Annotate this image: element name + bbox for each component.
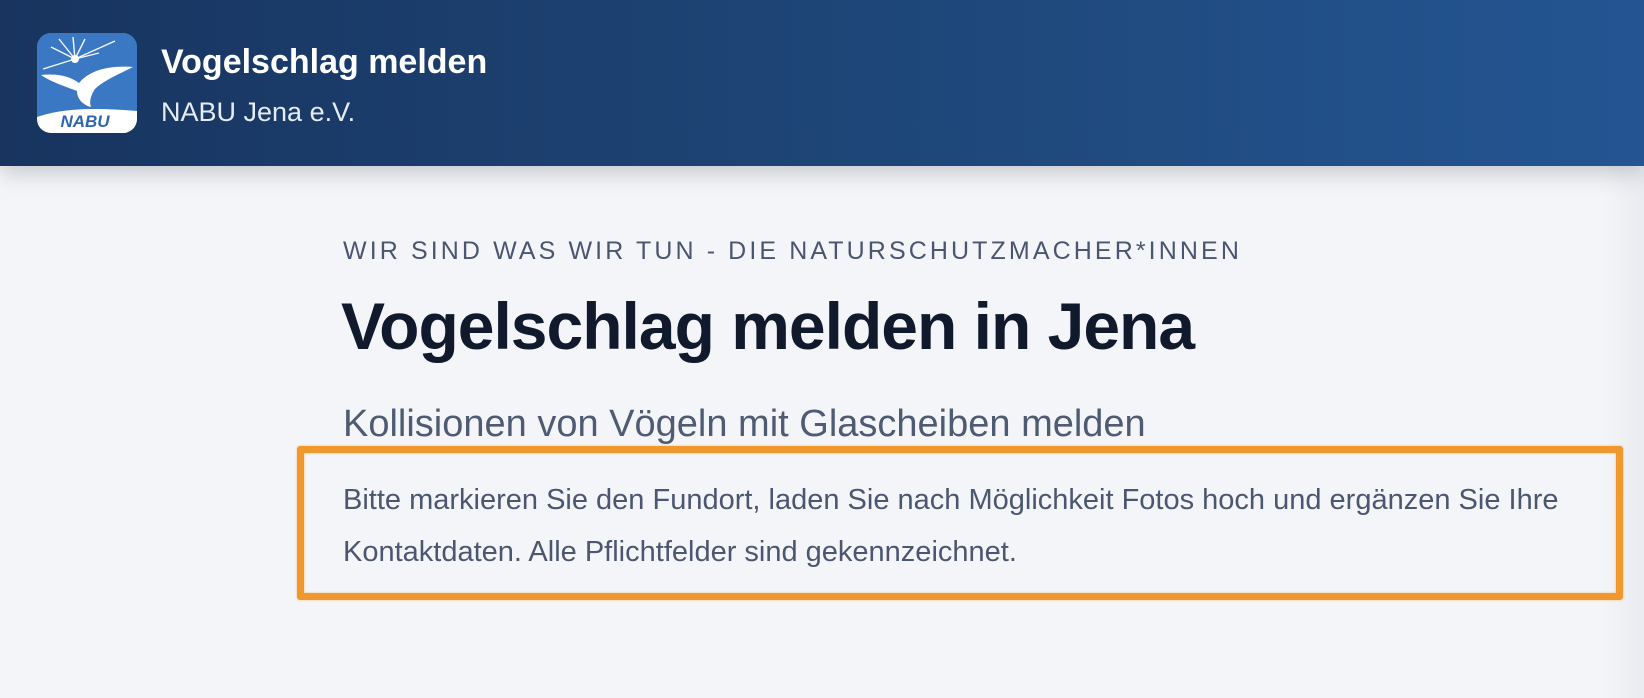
- app-title: Vogelschlag melden: [161, 43, 488, 81]
- scroll-edge-shadow: [1604, 166, 1644, 698]
- bird-collision-logo-icon: NABU: [37, 33, 137, 133]
- nabu-logo-icon[interactable]: NABU: [37, 33, 137, 133]
- intro-text: Bitte markieren Sie den Fundort, laden S…: [343, 484, 1559, 568]
- app-subtitle: NABU Jena e.V.: [161, 97, 356, 127]
- page-subtitle: Kollisionen von Vögeln mit Glascheiben m…: [343, 403, 1146, 445]
- eyebrow-tagline: WIR SIND WAS WIR TUN - DIE NATURSCHUTZMA…: [343, 237, 1242, 265]
- page-title: Vogelschlag melden in Jena: [341, 289, 1195, 363]
- logo-text: NABU: [60, 112, 110, 131]
- app-header: NABU Vogelschlag melden NABU Jena e.V.: [0, 0, 1644, 166]
